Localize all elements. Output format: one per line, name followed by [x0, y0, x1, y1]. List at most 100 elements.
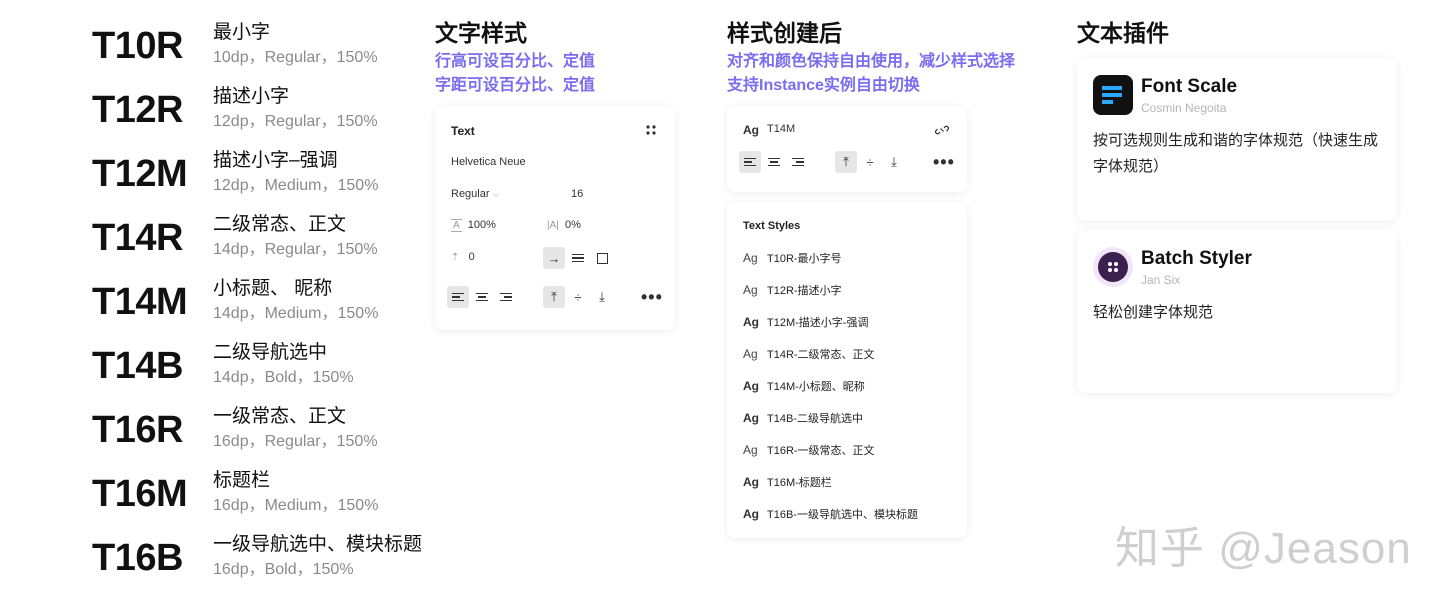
- type-scale-spec: 12dp，Medium，150%: [213, 177, 379, 194]
- align-top-icon[interactable]: ⤒: [835, 151, 857, 173]
- type-scale-usage: 一级导航选中、模块标题: [213, 534, 423, 555]
- type-scale-usage: 二级导航选中: [213, 342, 328, 363]
- text-style-label: T12R-描述小字: [767, 285, 842, 297]
- font-size-input[interactable]: 16: [571, 188, 583, 200]
- text-style-item[interactable]: Ag T12M-描述小字-强调: [743, 312, 868, 332]
- type-scale-row: T14M 小标题、 昵称 14dp，Medium，150%: [92, 274, 432, 338]
- type-scale-code: T16R: [92, 409, 183, 451]
- text-style-item[interactable]: Ag T16B-一级导航选中、模块标题: [743, 504, 918, 524]
- align-right-icon[interactable]: [495, 286, 517, 308]
- fixed-size-icon[interactable]: [591, 247, 613, 269]
- align-bottom-icon[interactable]: ⤓: [591, 286, 613, 308]
- style-grid-icon[interactable]: [640, 119, 662, 141]
- type-scale-row: T16B 一级导航选中、模块标题 16dp，Bold，150%: [92, 530, 432, 594]
- more-options-icon[interactable]: •••: [933, 153, 955, 171]
- type-scale-usage: 小标题、 昵称: [213, 278, 333, 299]
- text-style-label: T14R-二级常态、正文: [767, 349, 875, 361]
- align-top-icon[interactable]: ⤒: [543, 286, 565, 308]
- type-scale-row: T16M 标题栏 16dp，Medium，150%: [92, 466, 432, 530]
- align-middle-icon[interactable]: ÷: [567, 286, 589, 308]
- line-height-icon: A: [451, 219, 462, 232]
- type-scale-row: T12M 描述小字–强调 12dp，Medium，150%: [92, 146, 432, 210]
- align-middle-icon[interactable]: ÷: [859, 151, 881, 173]
- plugin-author: Jan Six: [1141, 273, 1181, 287]
- text-style-note-line-height: 行高可设百分比、定值: [435, 53, 596, 70]
- type-scale-usage: 二级常态、正文: [213, 214, 347, 235]
- plugin-name: Font Scale: [1141, 76, 1238, 97]
- align-left-icon[interactable]: [739, 151, 761, 173]
- detach-style-icon[interactable]: [931, 119, 953, 141]
- text-style-item[interactable]: Ag T12R-描述小字: [743, 280, 842, 300]
- plugin-name: Batch Styler: [1141, 248, 1252, 269]
- type-scale-code: T16M: [92, 473, 188, 515]
- align-center-icon[interactable]: [763, 151, 785, 173]
- letter-spacing-field[interactable]: |A| 0%: [547, 219, 581, 231]
- type-scale-code: T12M: [92, 153, 188, 195]
- align-left-icon[interactable]: [447, 286, 469, 308]
- section-title-text-style: 文字样式: [435, 20, 527, 46]
- style-preview-ag: Ag: [743, 475, 759, 489]
- plugin-description: 轻松创建字体规范: [1093, 304, 1214, 321]
- text-style-item[interactable]: Ag T14M-小标题、昵称: [743, 376, 865, 396]
- align-bottom-icon[interactable]: ⤓: [883, 151, 905, 173]
- plugin-author: Cosmin Negoita: [1141, 101, 1227, 115]
- type-scale-spec: 14dp，Medium，150%: [213, 305, 379, 322]
- text-style-item[interactable]: Ag T14B-二级导航选中: [743, 408, 863, 428]
- line-height-field[interactable]: A 100%: [451, 219, 496, 232]
- font-weight-value: Regular: [451, 188, 490, 200]
- type-scale-spec: 16dp，Regular，150%: [213, 433, 378, 450]
- type-scale-usage: 一级常态、正文: [213, 406, 347, 427]
- type-scale-code: T14M: [92, 281, 188, 323]
- style-preview-ag: Ag: [743, 283, 758, 297]
- paragraph-spacing-icon: ⇡: [451, 252, 460, 263]
- style-preview-ag: Ag: [743, 411, 759, 425]
- type-scale-code: T14B: [92, 345, 183, 387]
- font-weight-select[interactable]: Regular ⌵: [451, 188, 499, 200]
- text-style-label: T14M-小标题、昵称: [767, 381, 865, 393]
- style-preview-ag: Ag: [743, 443, 758, 457]
- more-options-icon[interactable]: •••: [641, 288, 663, 306]
- type-scale-spec: 12dp，Regular，150%: [213, 113, 378, 130]
- paragraph-spacing-field[interactable]: ⇡ 0: [451, 251, 475, 263]
- text-style-item[interactable]: Ag T10R-最小字号: [743, 248, 842, 268]
- text-style-item[interactable]: Ag T16R-一级常态、正文: [743, 440, 875, 460]
- text-style-item[interactable]: Ag T14R-二级常态、正文: [743, 344, 875, 364]
- type-scale-code: T10R: [92, 25, 183, 67]
- text-style-label: T14B-二级导航选中: [767, 413, 863, 425]
- text-style-item[interactable]: Ag T16M-标题栏: [743, 472, 832, 492]
- watermark: 知乎 @Jeason: [1115, 524, 1412, 573]
- type-scale-row: T14R 二级常态、正文 14dp，Regular，150%: [92, 210, 432, 274]
- type-scale-spec: 16dp，Bold，150%: [213, 561, 354, 578]
- text-styles-panel: Text Styles Ag T10R-最小字号 Ag T12R-描述小字 Ag T12M…: [727, 202, 967, 538]
- type-scale-usage: 描述小字–强调: [213, 150, 338, 171]
- auto-width-icon[interactable]: →: [543, 247, 565, 269]
- font-scale-logo-icon: [1093, 75, 1133, 115]
- type-scale-code: T14R: [92, 217, 183, 259]
- applied-style-name[interactable]: T14M: [767, 123, 795, 135]
- section-title-after-style: 样式创建后: [727, 20, 842, 46]
- chevron-down-icon: ⌵: [492, 189, 500, 199]
- plugin-card-font-scale[interactable]: Font Scale Cosmin Negoita 按可选规则生成和谐的字体规范…: [1077, 58, 1397, 221]
- text-style-label: T16B-一级导航选中、模块标题: [767, 509, 918, 521]
- type-scale-code: T12R: [92, 89, 183, 131]
- font-family-select[interactable]: Helvetica Neue: [451, 156, 526, 168]
- type-scale-list: T10R 最小字 10dp，Regular，150% T12R 描述小字 12dp，Reg…: [92, 18, 432, 594]
- style-preview-ag: Ag: [743, 315, 759, 329]
- type-scale-spec: 14dp，Bold，150%: [213, 369, 354, 386]
- type-scale-code: T16B: [92, 537, 183, 579]
- type-scale-usage: 标题栏: [213, 470, 271, 491]
- panel-label-text: Text: [451, 124, 475, 138]
- plugin-card-batch-styler[interactable]: Batch Styler Jan Six 轻松创建字体规范: [1077, 230, 1397, 393]
- type-scale-spec: 14dp，Regular，150%: [213, 241, 378, 258]
- type-scale-spec: 16dp，Medium，150%: [213, 497, 379, 514]
- auto-height-icon[interactable]: [567, 247, 589, 269]
- after-style-note-alignment: 对齐和颜色保持自由使用，减少样式选择: [727, 53, 1016, 70]
- align-center-icon[interactable]: [471, 286, 493, 308]
- text-style-label: T12M-描述小字-强调: [767, 317, 869, 329]
- letter-spacing-icon: |A|: [547, 220, 559, 231]
- style-preview-ag: Ag: [743, 123, 759, 137]
- text-style-label: T16R-一级常态、正文: [767, 445, 875, 457]
- letter-spacing-value: 0%: [565, 219, 581, 231]
- style-preview-ag: Ag: [743, 251, 758, 265]
- align-right-icon[interactable]: [787, 151, 809, 173]
